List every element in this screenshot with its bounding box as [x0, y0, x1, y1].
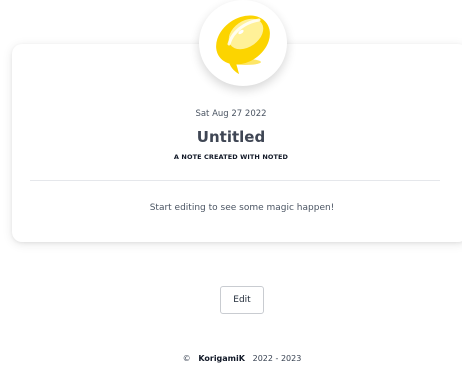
- page: Sat Aug 27 2022 Untitled A NOTE CREATED …: [0, 0, 462, 368]
- note-title: Untitled: [196, 128, 266, 146]
- footer-brand: KorigamiK: [198, 354, 245, 363]
- copyright-symbol: ©: [182, 354, 191, 363]
- divider: [30, 180, 440, 181]
- note-subtitle: A NOTE CREATED WITH NOTED: [173, 153, 289, 161]
- edit-button[interactable]: Edit: [220, 286, 264, 314]
- footer: © KorigamiK 2022 - 2023: [0, 354, 462, 363]
- note-date: Sat Aug 27 2022: [195, 109, 267, 119]
- lemon-icon: [216, 15, 270, 74]
- footer-years: 2022 - 2023: [252, 354, 302, 363]
- avatar: [199, 0, 287, 86]
- note-body: Start editing to see some magic happen!: [149, 203, 335, 213]
